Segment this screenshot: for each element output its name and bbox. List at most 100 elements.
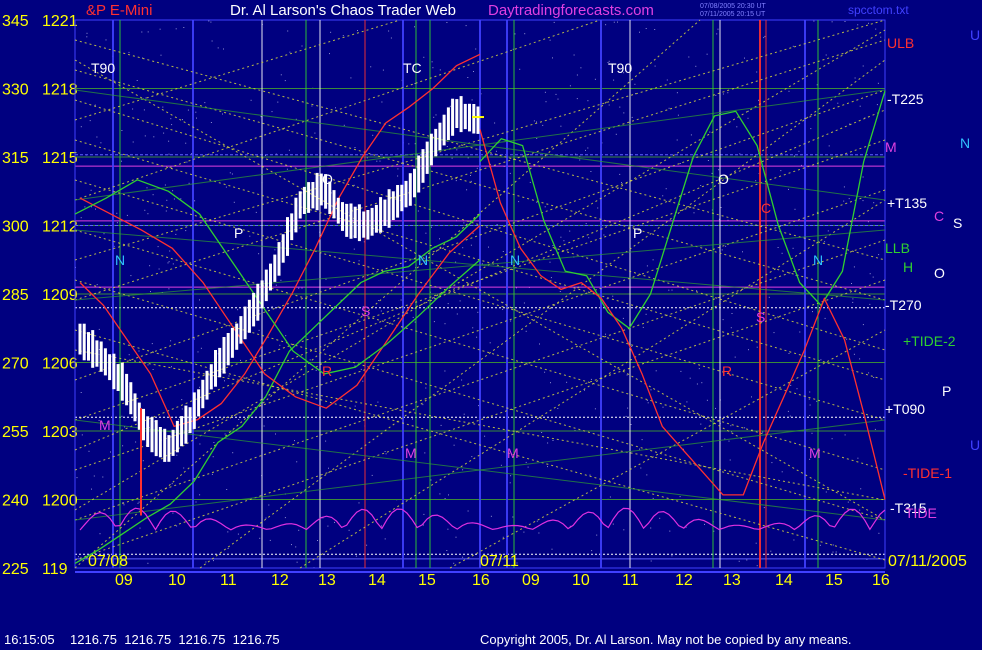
star-dot [650,389,652,391]
star-dot [275,284,277,286]
star-dot [869,303,871,305]
star-dot [385,453,387,455]
star-dot [465,25,467,27]
star-dot [590,378,592,380]
star-dot [552,57,553,59]
star-dot [171,366,172,368]
star-dot [645,28,647,29]
price-bar [446,107,450,140]
star-dot [439,493,441,495]
star-dot [343,124,345,126]
star-dot [630,424,632,425]
in-chart-label: N [115,252,125,268]
star-dot [446,22,448,23]
star-dot [98,328,100,330]
price-bar [154,420,158,457]
star-dot [819,544,821,546]
star-dot [809,391,811,393]
y-tick-price: 1212 [42,219,78,236]
right-label: +TIDE-2 [903,333,956,349]
star-dot [862,65,864,67]
star-dot [309,359,311,361]
star-dot [210,21,212,23]
price-bar [158,427,162,458]
star-dot [730,327,732,329]
star-dot [461,379,463,381]
site-title: Dr. Al Larson's Chaos Trader Web [230,2,456,19]
price-bar [379,197,383,233]
star-dot [793,155,795,157]
star-dot [536,520,538,522]
star-dot [857,457,859,459]
star-dot [103,233,105,235]
star-dot [384,451,386,452]
price-bar [205,370,209,400]
star-dot [619,173,621,175]
star-dot [665,188,667,190]
site-url-link[interactable]: Daytradingforecasts.com [488,2,654,19]
star-dot [138,350,140,352]
star-dot [857,24,859,26]
in-chart-label: S [361,303,370,319]
in-chart-label: T90 [91,60,115,76]
star-dot [529,181,531,183]
in-chart-label: O [322,171,333,187]
price-bar [455,99,459,128]
star-dot [434,297,435,299]
star-dot [484,435,486,437]
star-dot [627,407,629,409]
star-dot [186,161,188,163]
star-dot [810,128,812,130]
star-dot [542,124,544,126]
y-tick-left: 330 [2,82,29,99]
star-dot [311,105,313,107]
star-dot [738,560,740,562]
star-dot [348,529,350,531]
star-dot [472,232,474,234]
star-dot [811,432,813,434]
star-dot [728,440,730,442]
star-dot [334,521,335,523]
price-bar [362,211,366,238]
timestamp-1: 07/08/2005 20:30 UT [700,3,766,10]
star-dot [423,513,425,515]
star-dot [211,40,213,42]
star-dot [812,311,813,313]
star-dot [559,291,561,292]
star-dot [412,316,414,318]
star-dot [200,347,202,349]
star-dot [527,466,529,468]
x-tick-label: 11 [220,572,237,589]
star-dot [704,523,705,525]
star-dot [237,533,239,535]
far-right-label: U [970,27,980,43]
star-dot [639,31,640,33]
y-tick-price: 1215 [42,150,78,167]
star-dot [225,186,227,188]
star-dot [549,39,551,41]
price-bar [290,213,294,241]
star-dot [412,418,413,420]
right-label: -TIDE-1 [903,465,952,481]
star-dot [147,213,149,215]
symbol-label: &P E-Mini [86,2,152,19]
star-dot [439,69,441,71]
star-dot [80,126,82,128]
star-dot [170,340,172,342]
in-chart-label: TC [403,60,422,76]
x-tick-label: 14 [775,572,793,589]
star-dot [666,79,668,81]
star-dot [512,516,514,518]
star-dot [722,93,724,95]
star-dot [271,111,273,113]
star-dot [168,261,170,263]
star-dot [696,290,698,292]
star-dot [477,311,479,313]
star-dot [813,20,815,22]
star-dot [621,182,622,184]
star-dot [700,185,702,186]
star-dot [878,254,880,256]
price-bar [273,254,277,282]
star-dot [471,99,473,101]
star-dot [130,275,132,277]
